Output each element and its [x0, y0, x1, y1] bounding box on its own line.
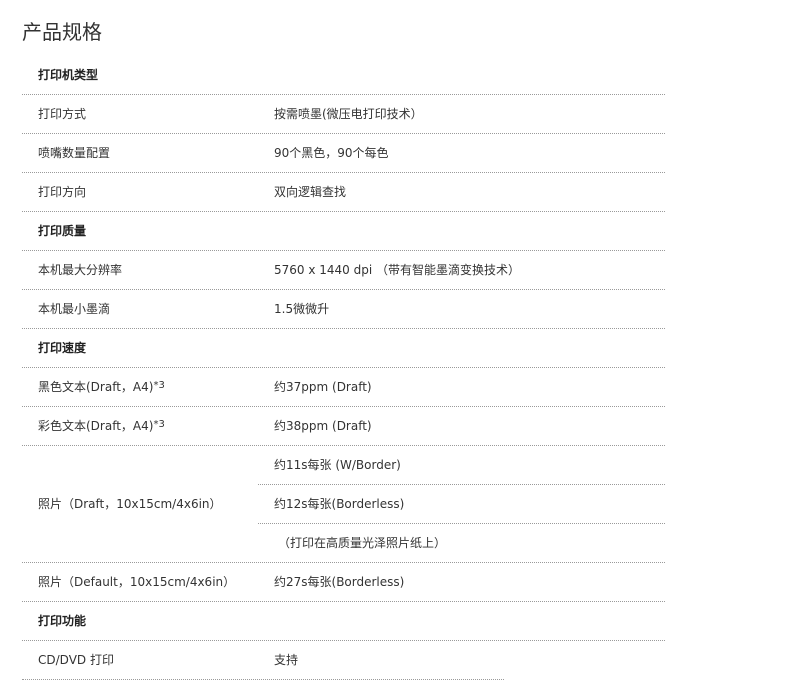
section-heading: 打印速度 — [38, 341, 87, 355]
spec-value: 90个黑色，90个每色 — [274, 146, 389, 160]
section-heading: 打印机类型 — [38, 68, 99, 82]
spec-label: 打印方向 — [38, 185, 87, 199]
table-row-group-photo-draft: 照片（Draft，10x15cm/4x6in） 约11s每张 (W/Border… — [22, 446, 665, 563]
footnote-mark: *3 — [153, 419, 165, 430]
spec-value: 约11s每张 (W/Border) — [274, 458, 401, 472]
sub-row: 约11s每张 (W/Border) — [258, 446, 665, 485]
spec-value: 支持 — [274, 653, 299, 667]
spec-label: 本机最小墨滴 — [38, 302, 111, 316]
spec-value: 约27s每张(Borderless) — [274, 575, 405, 589]
spec-label: 黑色文本(Draft，A4)*3 — [38, 368, 165, 406]
spec-note: （打印在高质量光泽照片纸上） — [278, 536, 447, 550]
section-header-print-speed: 打印速度 — [22, 329, 665, 368]
spec-value: 约12s每张(Borderless) — [274, 497, 405, 511]
table-row: 打印方式 按需喷墨(微压电打印技术） — [22, 95, 665, 134]
spec-value: 双向逻辑查找 — [274, 185, 347, 199]
section-header-printer-type: 打印机类型 — [22, 56, 665, 95]
spec-label: 打印方式 — [38, 107, 87, 121]
table-row: 彩色文本(Draft，A4)*3 约38ppm (Draft) — [22, 407, 665, 446]
spec-label: 喷嘴数量配置 — [38, 146, 111, 160]
table-row: 本机最大分辨率 5760 x 1440 dpi （带有智能墨滴变换技术） — [22, 251, 665, 290]
spec-value: 约37ppm (Draft) — [274, 380, 372, 394]
page-title: 产品规格 — [22, 20, 102, 44]
section-heading: 打印功能 — [38, 614, 87, 628]
table-row: CD/DVD 打印 支持 — [22, 641, 504, 680]
table-row: 照片（Default，10x15cm/4x6in） 约27s每张(Borderl… — [22, 563, 665, 602]
section-header-print-quality: 打印质量 — [22, 212, 665, 251]
spec-label: 照片（Draft，10x15cm/4x6in） — [38, 497, 222, 511]
table-row: 打印方向 双向逻辑查找 — [22, 173, 665, 212]
spec-value: 1.5微微升 — [274, 302, 330, 316]
table-row: 本机最小墨滴 1.5微微升 — [22, 290, 665, 329]
spec-label: 本机最大分辨率 — [38, 263, 123, 277]
spec-value: 按需喷墨(微压电打印技术） — [274, 107, 423, 121]
spec-value: 5760 x 1440 dpi （带有智能墨滴变换技术） — [274, 263, 521, 277]
spec-table: 打印机类型 打印方式 按需喷墨(微压电打印技术） 喷嘴数量配置 90个黑色，90… — [22, 56, 665, 680]
spec-label: 彩色文本(Draft，A4)*3 — [38, 407, 165, 445]
spec-label-text: 彩色文本(Draft，A4) — [38, 419, 154, 433]
table-row: 喷嘴数量配置 90个黑色，90个每色 — [22, 134, 665, 173]
spec-value: 约38ppm (Draft) — [274, 419, 372, 433]
section-heading: 打印质量 — [38, 224, 87, 238]
table-row: 黑色文本(Draft，A4)*3 约37ppm (Draft) — [22, 368, 665, 407]
sub-row: （打印在高质量光泽照片纸上） — [258, 524, 665, 562]
spec-label: 照片（Default，10x15cm/4x6in） — [38, 575, 236, 589]
section-header-print-features: 打印功能 — [22, 602, 665, 641]
spec-label: CD/DVD 打印 — [38, 653, 114, 667]
sub-row: 约12s每张(Borderless) — [258, 485, 665, 524]
spec-label-text: 黑色文本(Draft，A4) — [38, 380, 154, 394]
footnote-mark: *3 — [153, 380, 165, 391]
